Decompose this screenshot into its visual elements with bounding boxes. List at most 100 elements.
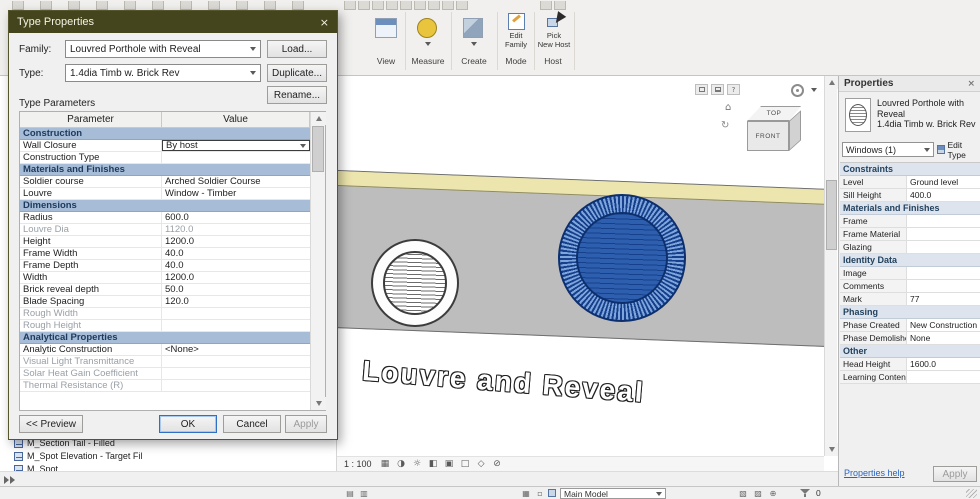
toolbar-icon[interactable] [264, 1, 276, 10]
property-value[interactable]: None [906, 332, 980, 344]
pick-new-host-button[interactable]: Pick New Host [536, 11, 572, 49]
load-button[interactable]: Load... [267, 40, 327, 58]
browser-collapse-chevrons-icon[interactable] [4, 476, 15, 484]
close-icon[interactable]: × [967, 79, 975, 89]
property-value[interactable]: Ground level [906, 176, 980, 188]
selection-filter-dropdown[interactable]: Windows (1) [842, 142, 934, 157]
property-group-header[interactable]: Identity Data [840, 254, 980, 267]
view-window-maximize-icon[interactable] [711, 84, 724, 95]
drawing-scrollbar-vertical[interactable] [824, 76, 838, 456]
viewcube-front-face[interactable]: FRONT [747, 121, 789, 151]
dialog-apply-button[interactable]: Apply [285, 415, 327, 433]
property-value[interactable] [906, 267, 980, 279]
toolbar-icon[interactable] [12, 1, 24, 10]
toolbar-icon[interactable] [344, 1, 356, 10]
drawing-area[interactable]: Louvre and Reveal ? ⌂ TOP FRONT ↻ [337, 76, 824, 471]
toolbar-icon[interactable] [554, 1, 566, 10]
annotation-text[interactable]: Louvre and Reveal [361, 355, 646, 409]
toolbar-icon[interactable] [208, 1, 220, 10]
parameter-value[interactable]: 600.0 [162, 212, 310, 223]
view-window-restore-icon[interactable] [695, 84, 708, 95]
toolbar-icon[interactable] [40, 1, 52, 10]
property-value[interactable]: 400.0 [906, 189, 980, 201]
measure-tool-icon[interactable] [417, 18, 437, 38]
type-dropdown[interactable]: 1.4dia Timb w. Brick Rev [65, 64, 261, 82]
scroll-up-icon[interactable] [311, 112, 326, 125]
drag-on-selection-icon[interactable]: ⊕ [767, 488, 779, 498]
property-group-header[interactable]: Constraints [840, 163, 980, 176]
view-tool-icon[interactable] [375, 18, 397, 38]
scroll-down-icon[interactable] [311, 397, 326, 410]
close-icon[interactable]: × [320, 16, 329, 29]
viewcube-rotate-icon[interactable]: ↻ [721, 120, 729, 131]
cancel-button[interactable]: Cancel [223, 415, 281, 433]
parameter-value[interactable]: Window - Timber [162, 188, 310, 199]
dropdown-caret-icon[interactable] [471, 42, 477, 46]
parameter-value[interactable]: 1200.0 [162, 236, 310, 247]
toolbar-icon[interactable] [456, 1, 468, 10]
toolbar-icon[interactable] [540, 1, 552, 10]
property-group-header[interactable]: Phasing [840, 306, 980, 319]
editing-requests-icon[interactable]: ▥ [358, 488, 370, 498]
toolbar-icon[interactable] [386, 1, 398, 10]
scroll-up-icon[interactable] [825, 76, 838, 89]
parameter-value[interactable]: <None> [162, 344, 310, 355]
property-value[interactable] [906, 280, 980, 292]
family-dropdown[interactable]: Louvred Porthole with Reveal [65, 40, 261, 58]
detail-level-icon[interactable]: ▦ [379, 458, 392, 470]
panel-apply-button[interactable]: Apply [933, 466, 977, 482]
dropdown-caret-icon[interactable] [425, 42, 431, 46]
select-links-icon[interactable]: ▧ [737, 488, 749, 498]
table-scrollbar[interactable] [310, 112, 326, 410]
viewcube[interactable]: TOP FRONT [737, 102, 811, 166]
scrollbar-thumb[interactable] [312, 126, 324, 172]
property-value[interactable]: 1600.0 [906, 358, 980, 370]
view-window-help-icon[interactable]: ? [727, 84, 740, 95]
parameter-value[interactable]: 40.0 [162, 260, 310, 271]
property-value[interactable] [906, 371, 980, 383]
property-group-header[interactable]: Other [840, 345, 980, 358]
worksharing-display-icon[interactable]: ▤ [344, 488, 356, 498]
rename-button[interactable]: Rename... [267, 86, 327, 104]
ok-button[interactable]: OK [159, 415, 217, 433]
toolbar-icon[interactable] [96, 1, 108, 10]
reveal-hidden-icon[interactable]: ⊘ [491, 458, 504, 470]
property-group-header[interactable]: Materials and Finishes [840, 202, 980, 215]
steering-wheel-icon[interactable] [789, 82, 805, 98]
parameter-value[interactable]: 120.0 [162, 296, 310, 307]
porthole-louvre-selected[interactable] [558, 194, 686, 322]
select-pinned-icon[interactable]: ▨ [752, 488, 764, 498]
toolbar-icon[interactable] [442, 1, 454, 10]
temporary-hide-icon[interactable]: ◇ [475, 458, 488, 470]
property-value[interactable] [906, 215, 980, 227]
design-options-icon[interactable]: ▦ [520, 488, 532, 498]
sun-path-icon[interactable]: ☼ [411, 458, 424, 470]
view-scale-button[interactable]: 1 : 100 [344, 459, 372, 469]
parameter-value[interactable]: 40.0 [162, 248, 310, 259]
resize-grip[interactable] [966, 489, 977, 498]
edit-family-button[interactable]: Edit Family [500, 13, 532, 49]
toolbar-icon[interactable] [68, 1, 80, 10]
duplicate-button[interactable]: Duplicate... [267, 64, 327, 82]
property-value[interactable]: New Construction [906, 319, 980, 331]
toolbar-icon[interactable] [372, 1, 384, 10]
toolbar-icon[interactable] [292, 1, 304, 10]
toolbar-icon[interactable] [400, 1, 412, 10]
property-value[interactable]: 77 [906, 293, 980, 305]
property-value[interactable] [906, 241, 980, 253]
active-design-option-select[interactable]: Main Model [560, 488, 666, 499]
toolbar-icon[interactable] [358, 1, 370, 10]
scroll-down-icon[interactable] [825, 443, 838, 456]
parameter-value[interactable]: 50.0 [162, 284, 310, 295]
selection-filter-icon[interactable] [800, 489, 810, 497]
preview-button[interactable]: << Preview [19, 415, 83, 433]
nav-bar-caret-icon[interactable] [806, 82, 822, 98]
show-crop-icon[interactable]: □ [459, 458, 472, 470]
browser-tree-item[interactable]: M_Spot Elevation - Target Fil [14, 450, 142, 462]
wall-closure-combo[interactable]: By host [162, 140, 310, 151]
crop-view-icon[interactable]: ▣ [443, 458, 456, 470]
toolbar-icon[interactable] [180, 1, 192, 10]
toolbar-icon[interactable] [428, 1, 440, 10]
edit-type-button[interactable]: Edit Type [937, 140, 980, 160]
porthole-louvre[interactable] [371, 239, 459, 327]
